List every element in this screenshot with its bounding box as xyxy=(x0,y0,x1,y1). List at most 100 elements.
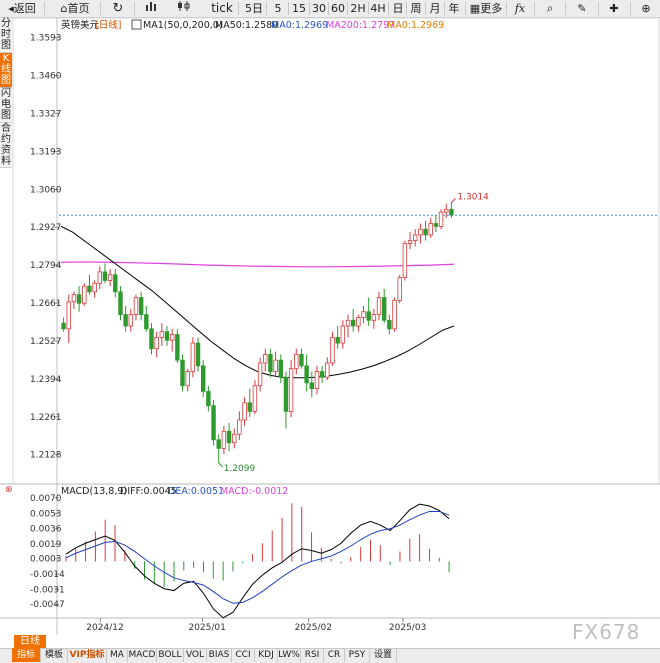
period-30m-button[interactable]: 30 xyxy=(311,0,327,17)
candle-up xyxy=(237,419,242,435)
candle-down xyxy=(335,336,340,344)
tab-vip-indicators[interactable]: VIP指标 xyxy=(68,648,107,662)
tick-button[interactable]: tick xyxy=(210,0,234,17)
toolbar-divider xyxy=(288,2,289,15)
period-60m-button[interactable]: 60 xyxy=(330,0,346,17)
toolbar-divider xyxy=(406,2,407,15)
candle-up xyxy=(169,334,175,341)
toolbar-divider xyxy=(534,2,535,15)
search-icon[interactable]: ⌕ xyxy=(540,0,560,17)
toolbar-divider xyxy=(134,2,135,15)
candle-up xyxy=(376,297,382,316)
candle-down xyxy=(319,371,325,378)
price-tick-label: 1.3593 xyxy=(30,34,62,44)
period-15m-button[interactable]: 15 xyxy=(291,0,307,17)
bar-chart-icon[interactable] xyxy=(140,0,164,17)
candle-up xyxy=(371,314,377,321)
back-button[interactable]: ◂返回 xyxy=(2,0,42,17)
macd-tick-label: -0.0047 xyxy=(30,600,65,610)
price-tick-label: 1.2927 xyxy=(30,223,62,233)
tab-settings[interactable]: 设置 xyxy=(370,648,397,662)
home-button[interactable]: ⌂首页 xyxy=(52,0,98,17)
candle-up xyxy=(107,274,113,281)
more-label: 更多 xyxy=(480,2,503,15)
candle-down xyxy=(423,228,428,236)
candle-down xyxy=(433,223,439,227)
candle-down xyxy=(123,314,128,327)
macd-tick-label: -0.0031 xyxy=(30,586,65,596)
settings-icon[interactable]: ✚ xyxy=(604,0,624,17)
candle-down xyxy=(278,359,283,378)
period-week-button[interactable]: 周 xyxy=(408,0,424,17)
tab-vol[interactable]: VOL xyxy=(184,648,207,662)
toolbar-divider xyxy=(347,2,348,15)
candlestick-icon[interactable] xyxy=(172,0,196,17)
candle-up xyxy=(185,371,190,387)
more-button[interactable]: ▦更多 xyxy=(468,0,504,17)
price-tick-label: 1.3060 xyxy=(30,185,62,195)
tab-cr[interactable]: CR xyxy=(324,648,345,662)
candle-down xyxy=(226,430,232,444)
candle-up xyxy=(444,208,449,213)
period-5d-button[interactable]: 5日 xyxy=(244,0,264,17)
candle-down xyxy=(138,297,144,316)
price-tick-label: 1.3193 xyxy=(30,148,62,158)
candle-down xyxy=(175,334,180,361)
toolbar-divider xyxy=(238,2,239,15)
candle-up xyxy=(340,325,346,344)
tab-kdj[interactable]: KDJ xyxy=(255,648,278,662)
tab-boll[interactable]: BOLL xyxy=(157,648,184,662)
period-4h-button[interactable]: 4H xyxy=(369,0,387,17)
watermark-logo: FX678 xyxy=(572,620,641,644)
toolbar-divider xyxy=(506,2,507,15)
tab-cci[interactable]: CCI xyxy=(232,648,255,662)
candle-up xyxy=(438,211,444,227)
tab-psy[interactable]: PSY xyxy=(345,648,370,662)
add-icon[interactable]: ⊕ xyxy=(636,0,656,17)
tab-bias[interactable]: BIAS xyxy=(207,648,232,662)
period-tab-daily[interactable]: 日线 xyxy=(14,635,46,648)
period-day-button[interactable]: 日 xyxy=(390,0,406,17)
toolbar-divider xyxy=(266,2,267,15)
period-2h-button[interactable]: 2H xyxy=(349,0,367,17)
ma50-label: MA50:1.2580 xyxy=(215,20,278,31)
toolbar-divider xyxy=(465,2,466,15)
tab-lw[interactable]: LW% xyxy=(278,648,301,662)
candle-down xyxy=(268,354,273,372)
kline-chart[interactable]: 英镑美元 [日线] MA1(50,0,200,0) MA50:1.2580 MA… xyxy=(0,18,660,635)
toolbar-divider xyxy=(388,2,389,15)
macd-indicator-icon[interactable]: ⊛ xyxy=(5,485,13,495)
price-tick-label: 1.3460 xyxy=(30,72,62,82)
tab-ma[interactable]: MA xyxy=(107,648,128,662)
period-year-button[interactable]: 年 xyxy=(446,0,462,17)
period-5m-button[interactable]: 5 xyxy=(270,0,286,17)
ma0-label-a: MA0:1.2969 xyxy=(271,20,328,31)
tab-indicators[interactable]: 指标 xyxy=(12,648,41,662)
home-label: 首页 xyxy=(67,2,90,15)
low-price-label: 1.2099 xyxy=(224,464,256,474)
candle-down xyxy=(304,365,309,384)
settings-square-icon[interactable] xyxy=(131,19,142,30)
back-label: 返回 xyxy=(13,2,36,15)
period-month-button[interactable]: 月 xyxy=(427,0,443,17)
tab-rsi[interactable]: RSI xyxy=(301,648,324,662)
macd-dea-label: DEA:0.0051 xyxy=(168,486,224,497)
date-tick-label: 2024/12 xyxy=(86,623,123,633)
candle-down xyxy=(164,331,170,341)
candle-up xyxy=(413,234,418,242)
candle-up xyxy=(402,243,408,279)
price-tick-label: 1.3327 xyxy=(30,109,62,119)
candle-down xyxy=(206,391,211,407)
tab-macd[interactable]: MACD xyxy=(128,648,157,662)
candle-down xyxy=(102,271,108,281)
candle-down xyxy=(76,294,82,304)
price-tick-label: 1.2394 xyxy=(30,375,62,385)
price-tick-label: 1.2794 xyxy=(30,261,62,271)
toolbar-divider xyxy=(444,2,445,15)
refresh-icon[interactable]: ↻ xyxy=(106,0,130,17)
candle-down xyxy=(144,314,149,330)
pin-icon[interactable]: ✎ xyxy=(572,0,592,17)
formula-button[interactable]: fx xyxy=(510,0,530,17)
tab-templates[interactable]: 模板 xyxy=(41,648,68,662)
candle-up xyxy=(252,385,258,412)
